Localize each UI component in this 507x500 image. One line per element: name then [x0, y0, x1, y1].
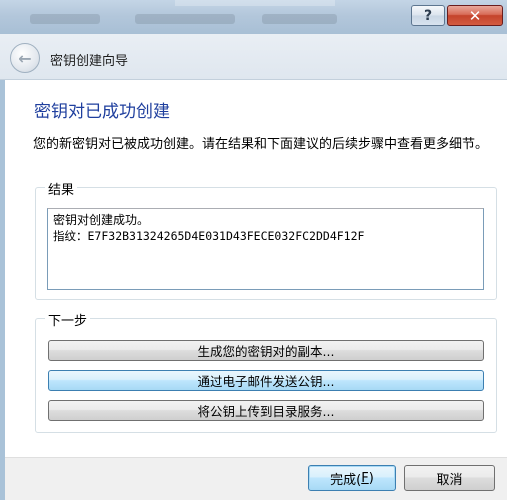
wizard-header: ← 密钥创建向导 [0, 34, 507, 80]
copy-keypair-button[interactable]: 生成您的密钥对的副本... [48, 340, 484, 361]
back-button[interactable]: ← [10, 43, 40, 73]
back-arrow-icon: ← [18, 48, 32, 68]
email-public-key-button[interactable]: 通过电子邮件发送公钥... [48, 370, 484, 391]
finish-mnemonic: F [361, 470, 369, 486]
results-group: 结果 密钥对创建成功。 指纹：E7F32B31324265D4E031D43FE… [35, 179, 497, 300]
cancel-button[interactable]: 取消 [404, 465, 495, 491]
help-icon: ? [423, 7, 433, 24]
help-button[interactable]: ? [411, 5, 445, 26]
upload-public-key-button[interactable]: 将公钥上传到目录服务... [48, 400, 484, 421]
wizard-title: 密钥创建向导 [50, 54, 129, 69]
blurred-background-text [135, 14, 235, 24]
close-icon: ✕ [468, 6, 482, 25]
next-steps-legend: 下一步 [45, 310, 91, 329]
finish-suffix: ) [368, 470, 374, 486]
result-message: 密钥对创建成功。 [53, 213, 150, 227]
page-heading: 密钥对已成功创建 [34, 102, 170, 122]
title-bar: ? ✕ [0, 0, 507, 34]
results-textbox[interactable]: 密钥对创建成功。 指纹：E7F32B31324265D4E031D43FECE0… [47, 208, 484, 290]
blurred-background-text [30, 14, 100, 24]
finish-button[interactable]: 完成(F) [308, 465, 396, 491]
page-description: 您的新密钥对已被成功创建。请在结果和下面建议的后续步骤中查看更多细节。 [33, 137, 489, 152]
results-legend: 结果 [45, 179, 78, 198]
next-steps-group: 下一步 生成您的密钥对的副本... 通过电子邮件发送公钥... 将公钥上传到目录… [35, 310, 497, 433]
wizard-page: 密钥对已成功创建 您的新密钥对已被成功创建。请在结果和下面建议的后续步骤中查看更… [5, 80, 507, 457]
finish-label: 完成( [330, 472, 362, 488]
fingerprint-line: 指纹：E7F32B31324265D4E031D43FECE032FC2DD4F… [53, 229, 365, 243]
close-button[interactable]: ✕ [447, 5, 503, 26]
blurred-background-text [262, 14, 337, 24]
title-bar-highlight [175, 0, 335, 6]
wizard-footer: 完成(F) 取消 [5, 457, 507, 500]
